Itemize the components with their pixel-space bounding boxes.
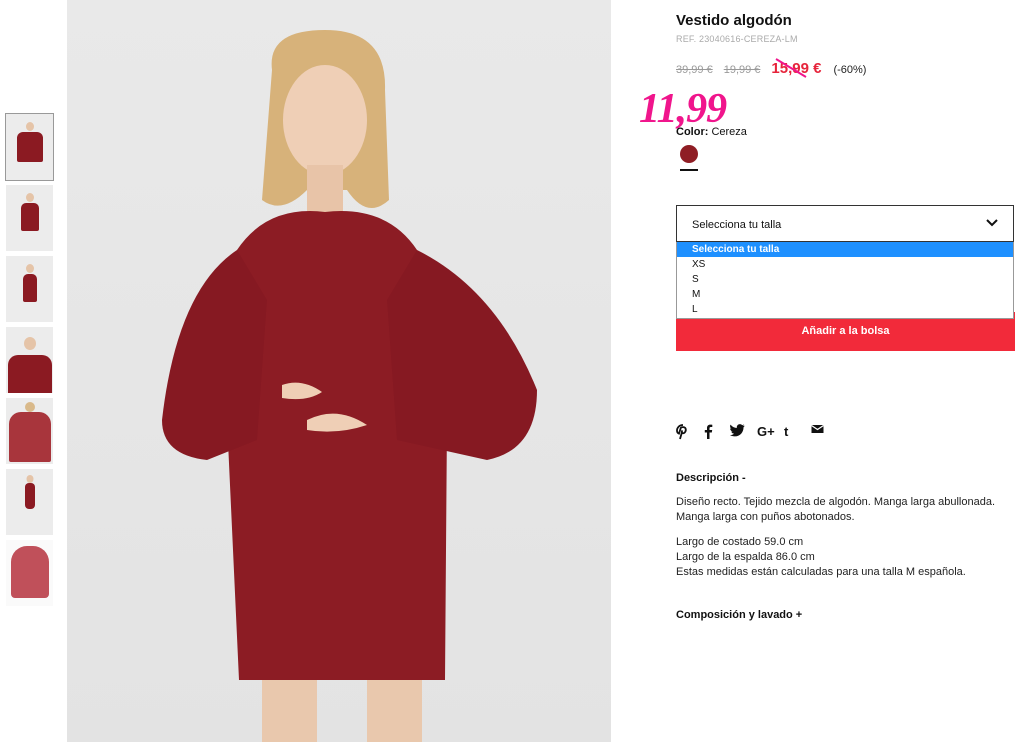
thumbnail-3[interactable] <box>6 256 53 322</box>
color-label: Color: <box>676 126 709 138</box>
email-icon[interactable] <box>811 424 838 442</box>
chevron-down-icon <box>986 219 998 227</box>
measurement-back-length: Largo de la espalda 86.0 cm <box>676 551 815 563</box>
size-select-label: Selecciona tu talla <box>692 219 782 231</box>
color-swatch-cereza[interactable] <box>680 145 698 163</box>
thumbnail-6[interactable] <box>6 469 53 535</box>
share-icons: G+ t <box>676 424 838 442</box>
current-price: 15,99 € <box>771 58 822 78</box>
thumbnail-figure <box>25 193 34 202</box>
size-option-xs[interactable]: XS <box>677 257 1013 272</box>
discount-badge: (-60%) <box>833 64 867 76</box>
thumbnail-dress <box>22 274 37 302</box>
tumblr-icon[interactable]: t <box>784 424 811 442</box>
size-select[interactable]: Selecciona tu talla <box>676 205 1014 242</box>
thumbnail-5[interactable] <box>6 398 53 464</box>
thumbnail-list <box>5 113 54 611</box>
measurement-side-length: Largo de costado 59.0 cm <box>676 536 804 548</box>
thumbnail-7[interactable] <box>6 540 53 606</box>
product-title: Vestido algodón <box>676 12 792 29</box>
model-illustration <box>162 30 537 742</box>
size-option-placeholder[interactable]: Selecciona tu talla <box>677 242 1013 257</box>
thumbnail-dress <box>20 203 39 231</box>
thumbnail-dress <box>24 483 35 509</box>
thumbnail-figure <box>25 122 34 131</box>
leg-right <box>367 680 422 742</box>
size-option-s[interactable]: S <box>677 272 1013 287</box>
size-dropdown-list: Selecciona tu talla XS S M L <box>676 242 1014 319</box>
leg-left <box>262 680 317 742</box>
facebook-icon[interactable] <box>703 424 730 442</box>
thumbnail-dress <box>10 546 49 598</box>
product-main-image <box>67 0 611 742</box>
color-value: Cereza <box>711 126 747 138</box>
right-sleeve <box>387 250 537 460</box>
thumbnail-figure <box>25 264 34 273</box>
measurement-note: Estas medidas están calculadas para una … <box>676 566 966 578</box>
product-reference: REF. 23040616-CEREZA-LM <box>676 34 798 44</box>
thumbnail-2[interactable] <box>6 185 53 251</box>
pinterest-icon[interactable] <box>676 424 703 442</box>
swatch-selected-indicator <box>680 169 698 171</box>
left-sleeve <box>162 250 267 460</box>
thumbnail-figure <box>24 402 35 412</box>
color-label-row: Color: Cereza <box>676 126 747 138</box>
price-row: 39,99 € 19,99 € 15,99 € (-60%) <box>676 58 867 78</box>
description-text: Diseño recto. Tejido mezcla de algodón. … <box>676 496 996 523</box>
thumbnail-figure <box>26 475 33 483</box>
google-plus-icon[interactable]: G+ <box>757 424 784 442</box>
description-toggle[interactable]: Descripción - <box>676 472 746 484</box>
thumbnail-figure <box>23 337 36 350</box>
thumbnail-dress <box>7 355 52 393</box>
previous-price: 19,99 € <box>723 64 761 76</box>
thumbnail-1[interactable] <box>5 113 54 181</box>
size-option-l[interactable]: L <box>677 302 1013 317</box>
neck-shape <box>307 165 343 215</box>
thumbnail-dress <box>8 412 51 462</box>
twitter-icon[interactable] <box>730 424 757 442</box>
thumbnail-dress <box>16 132 43 162</box>
composition-toggle[interactable]: Composición y lavado + <box>676 609 802 621</box>
original-price: 39,99 € <box>676 64 713 76</box>
current-price-text: 15,99 € <box>771 60 822 77</box>
thumbnail-4[interactable] <box>6 327 53 393</box>
description-measurements: Largo de costado 59.0 cm Largo de la esp… <box>676 535 1016 580</box>
size-option-m[interactable]: M <box>677 287 1013 302</box>
face-shape <box>283 65 367 175</box>
